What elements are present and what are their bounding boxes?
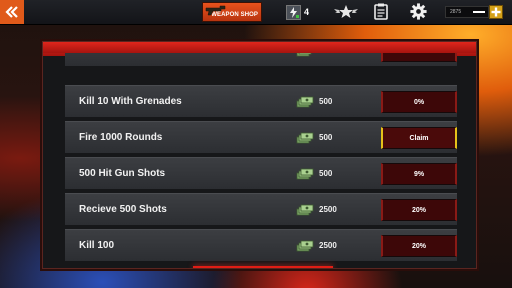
mission-name: 500 Hit Gun Shots bbox=[79, 168, 166, 179]
cash-stack-icon bbox=[296, 168, 314, 180]
gun-icon bbox=[205, 5, 226, 16]
mission-name: Fire 1000 Rounds bbox=[79, 132, 163, 143]
mission-progress: 20% bbox=[381, 235, 457, 257]
mission-progress: 0% bbox=[381, 91, 457, 113]
coins-value: 2875 bbox=[450, 9, 462, 15]
panel-header-overlay bbox=[43, 42, 476, 53]
mission-reward: 2500 bbox=[319, 241, 337, 250]
winged-star-icon[interactable] bbox=[334, 4, 358, 20]
energy-counter[interactable]: 4 bbox=[286, 3, 318, 21]
missions-panel: Throw 5 Grenades 500 Kill 10 With Grenad… bbox=[42, 41, 477, 269]
mission-progress: 20% bbox=[381, 199, 457, 221]
weapon-shop-button[interactable]: WEAPON SHOP bbox=[202, 2, 262, 22]
cash-stack-icon bbox=[296, 204, 314, 216]
mission-reward: 2500 bbox=[319, 205, 337, 214]
cash-stack-icon bbox=[296, 240, 314, 252]
mission-row: Kill 100 2500 20% bbox=[65, 229, 457, 261]
mission-name: Recieve 500 Shots bbox=[79, 204, 167, 215]
mission-row: Fire 1000 Rounds 500 Claim bbox=[65, 121, 457, 153]
mission-progress: 9% bbox=[381, 163, 457, 185]
cash-stack-icon bbox=[296, 132, 314, 144]
mission-reward: 500 bbox=[319, 97, 333, 106]
mission-reward: 500 bbox=[319, 169, 333, 178]
mission-row: Kill 10 With Grenades 500 0% bbox=[65, 85, 457, 117]
back-button[interactable] bbox=[0, 0, 24, 24]
plus-icon bbox=[491, 7, 501, 17]
energy-count: 4 bbox=[304, 7, 310, 17]
clipboard-icon[interactable] bbox=[374, 3, 388, 20]
mission-reward: 500 bbox=[319, 133, 333, 142]
coins-display: 2875 bbox=[445, 6, 489, 18]
panel-bottom-glow bbox=[193, 266, 333, 268]
gear-icon[interactable] bbox=[410, 3, 427, 20]
claim-button[interactable]: Claim bbox=[381, 127, 457, 149]
coins-bar bbox=[473, 11, 485, 13]
add-coins-button[interactable] bbox=[489, 5, 503, 19]
mission-row: Recieve 500 Shots 2500 20% bbox=[65, 193, 457, 225]
mission-name: Kill 10 With Grenades bbox=[79, 96, 182, 107]
cash-stack-icon bbox=[296, 96, 314, 108]
mission-name: Kill 100 bbox=[79, 240, 115, 251]
energy-icon bbox=[286, 4, 301, 20]
mission-row: 500 Hit Gun Shots 500 9% bbox=[65, 157, 457, 189]
top-bar: WEAPON SHOP 4 2875 bbox=[0, 0, 512, 25]
chevrons-left-icon bbox=[5, 6, 18, 18]
